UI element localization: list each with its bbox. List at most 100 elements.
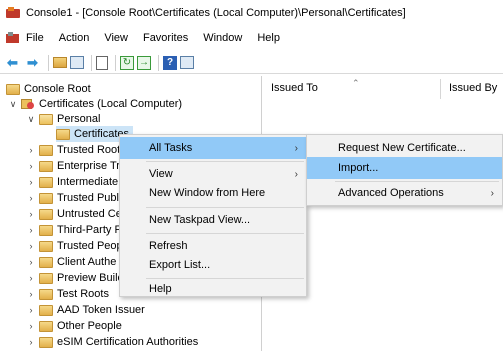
tree-label: Personal (57, 113, 101, 125)
chevron-right-icon[interactable]: › (26, 289, 36, 299)
refresh-icon[interactable]: ↻ (120, 55, 134, 70)
chevron-right-icon[interactable]: › (26, 209, 36, 219)
menu-view[interactable]: View (103, 32, 129, 44)
toolbar-divider (158, 54, 159, 71)
context-menu: All Tasks › View › New Window from Here … (119, 134, 307, 297)
tree-folder[interactable]: › Test Roots (26, 286, 109, 302)
menu-item-label: Request New Certificate... (338, 142, 466, 154)
menu-item-label: Refresh (149, 240, 188, 252)
back-arrow-icon[interactable]: ⬅ (4, 54, 21, 71)
folder-icon (39, 320, 53, 332)
up-folder-icon[interactable] (53, 57, 67, 68)
chevron-right-icon[interactable]: › (26, 241, 36, 251)
folder-icon (39, 160, 53, 172)
menu-window[interactable]: Window (202, 32, 243, 44)
menu-favorites[interactable]: Favorites (142, 32, 189, 44)
tree-label: Other People (57, 320, 122, 332)
export-list-icon[interactable]: → (137, 55, 151, 70)
tree-label: Certificates (Local Computer) (39, 98, 183, 110)
tree-label: AAD Token Issuer (57, 304, 145, 316)
menu-item-advanced-operations[interactable]: Advanced Operations › (307, 182, 502, 204)
menu-item-help[interactable]: Help (120, 278, 306, 300)
menu-divider (146, 161, 304, 162)
menu-bar: File Action View Favorites Window Help (0, 28, 503, 48)
menu-item-export-list[interactable]: Export List... (120, 254, 306, 276)
menu-item-import[interactable]: Import... (307, 157, 502, 179)
tree-label: Enterprise Tr (57, 160, 120, 172)
tree-folder[interactable]: › Trusted Peop (26, 238, 123, 254)
menu-item-new-window[interactable]: New Window from Here (120, 182, 306, 204)
menu-item-label: All Tasks (149, 142, 193, 154)
tree-folder[interactable]: › Client Authe (26, 254, 117, 270)
folder-icon (39, 192, 53, 204)
tree-folder[interactable]: › Other People (26, 318, 122, 334)
folder-icon (39, 144, 53, 156)
chevron-right-icon[interactable]: › (26, 305, 36, 315)
menu-item-label: Export List... (149, 259, 211, 271)
menu-item-label: Advanced Operations (338, 187, 444, 199)
tree-folder[interactable]: › Trusted Publ (26, 190, 119, 206)
menu-help[interactable]: Help (256, 32, 281, 44)
title-bar: Console1 - [Console Root\Certificates (L… (0, 0, 503, 26)
chevron-right-icon[interactable]: › (26, 177, 36, 187)
tree-certificates-local[interactable]: ∨ Certificates (Local Computer) (8, 96, 182, 112)
menu-item-label: New Window from Here (149, 187, 266, 199)
chevron-down-icon[interactable]: ∨ (26, 114, 36, 125)
chevron-right-icon[interactable]: › (26, 321, 36, 331)
menu-item-all-tasks[interactable]: All Tasks › (120, 137, 306, 159)
menu-item-new-taskpad[interactable]: New Taskpad View... (120, 209, 306, 231)
chevron-right-icon: › (294, 168, 298, 180)
tree-folder[interactable]: › Trusted Root (26, 142, 121, 158)
tree-label: Client Authe (57, 256, 117, 268)
toolbar: ⬅ ➡ ↻ → ? (0, 52, 503, 74)
show-hide-tree-icon[interactable] (70, 56, 84, 69)
tree-folder[interactable]: › Third-Party F (26, 222, 122, 238)
tree-label: Third-Party F (57, 224, 122, 236)
tree-folder[interactable]: › Preview Builc (26, 270, 124, 286)
menu-item-label: Help (149, 283, 172, 295)
chevron-right-icon[interactable]: › (26, 273, 36, 283)
folder-icon (39, 256, 53, 268)
help-icon[interactable]: ? (163, 55, 177, 70)
window-title: Console1 - [Console Root\Certificates (L… (26, 7, 406, 19)
chevron-down-icon[interactable]: ∨ (8, 99, 18, 110)
folder-open-icon (39, 113, 53, 125)
tree-folder[interactable]: › AAD Token Issuer (26, 302, 145, 318)
menu-item-request-new-certificate[interactable]: Request New Certificate... (307, 137, 502, 159)
tree-label: Console Root (24, 83, 91, 95)
folder-icon (39, 336, 53, 348)
tree-personal[interactable]: ∨ Personal (26, 111, 101, 127)
console-menu-icon[interactable] (6, 32, 19, 44)
tree-label: Trusted Publ (57, 192, 119, 204)
folder-icon (6, 83, 20, 95)
all-tasks-submenu: Request New Certificate... Import... Adv… (306, 134, 503, 206)
chevron-right-icon[interactable]: › (26, 257, 36, 267)
tree-folder[interactable]: › Enterprise Tr (26, 158, 120, 174)
tree-console-root[interactable]: Console Root (6, 81, 91, 97)
folder-icon (39, 176, 53, 188)
chevron-right-icon[interactable]: › (26, 161, 36, 171)
chevron-right-icon[interactable]: › (26, 145, 36, 155)
tree-folder[interactable]: › eSIM Certification Authorities (26, 334, 199, 350)
properties-icon[interactable] (96, 55, 108, 70)
forward-arrow-icon[interactable]: ➡ (24, 54, 41, 71)
chevron-right-icon[interactable]: › (26, 225, 36, 235)
column-header-issued-by[interactable]: Issued By (449, 76, 497, 100)
menu-action[interactable]: Action (58, 32, 91, 44)
menu-file[interactable]: File (25, 32, 45, 44)
column-header-issued-to[interactable]: Issued To (271, 76, 318, 100)
tree-label: Test Roots (57, 288, 109, 300)
tree-folder[interactable]: › Intermediate (26, 174, 119, 190)
tree-label: Trusted Root (57, 144, 121, 156)
tree-label: Preview Builc (57, 272, 124, 284)
tree-folder[interactable]: › Untrusted Ce (26, 206, 122, 222)
sort-caret-icon: ⌃ (352, 78, 360, 88)
folder-icon (39, 224, 53, 236)
certificate-store-icon (21, 98, 35, 110)
action-pane-icon[interactable] (180, 56, 194, 69)
chevron-right-icon[interactable]: › (26, 193, 36, 203)
chevron-right-icon[interactable]: › (26, 337, 36, 347)
folder-icon (39, 272, 53, 284)
folder-icon (39, 240, 53, 252)
column-divider[interactable] (440, 79, 441, 99)
